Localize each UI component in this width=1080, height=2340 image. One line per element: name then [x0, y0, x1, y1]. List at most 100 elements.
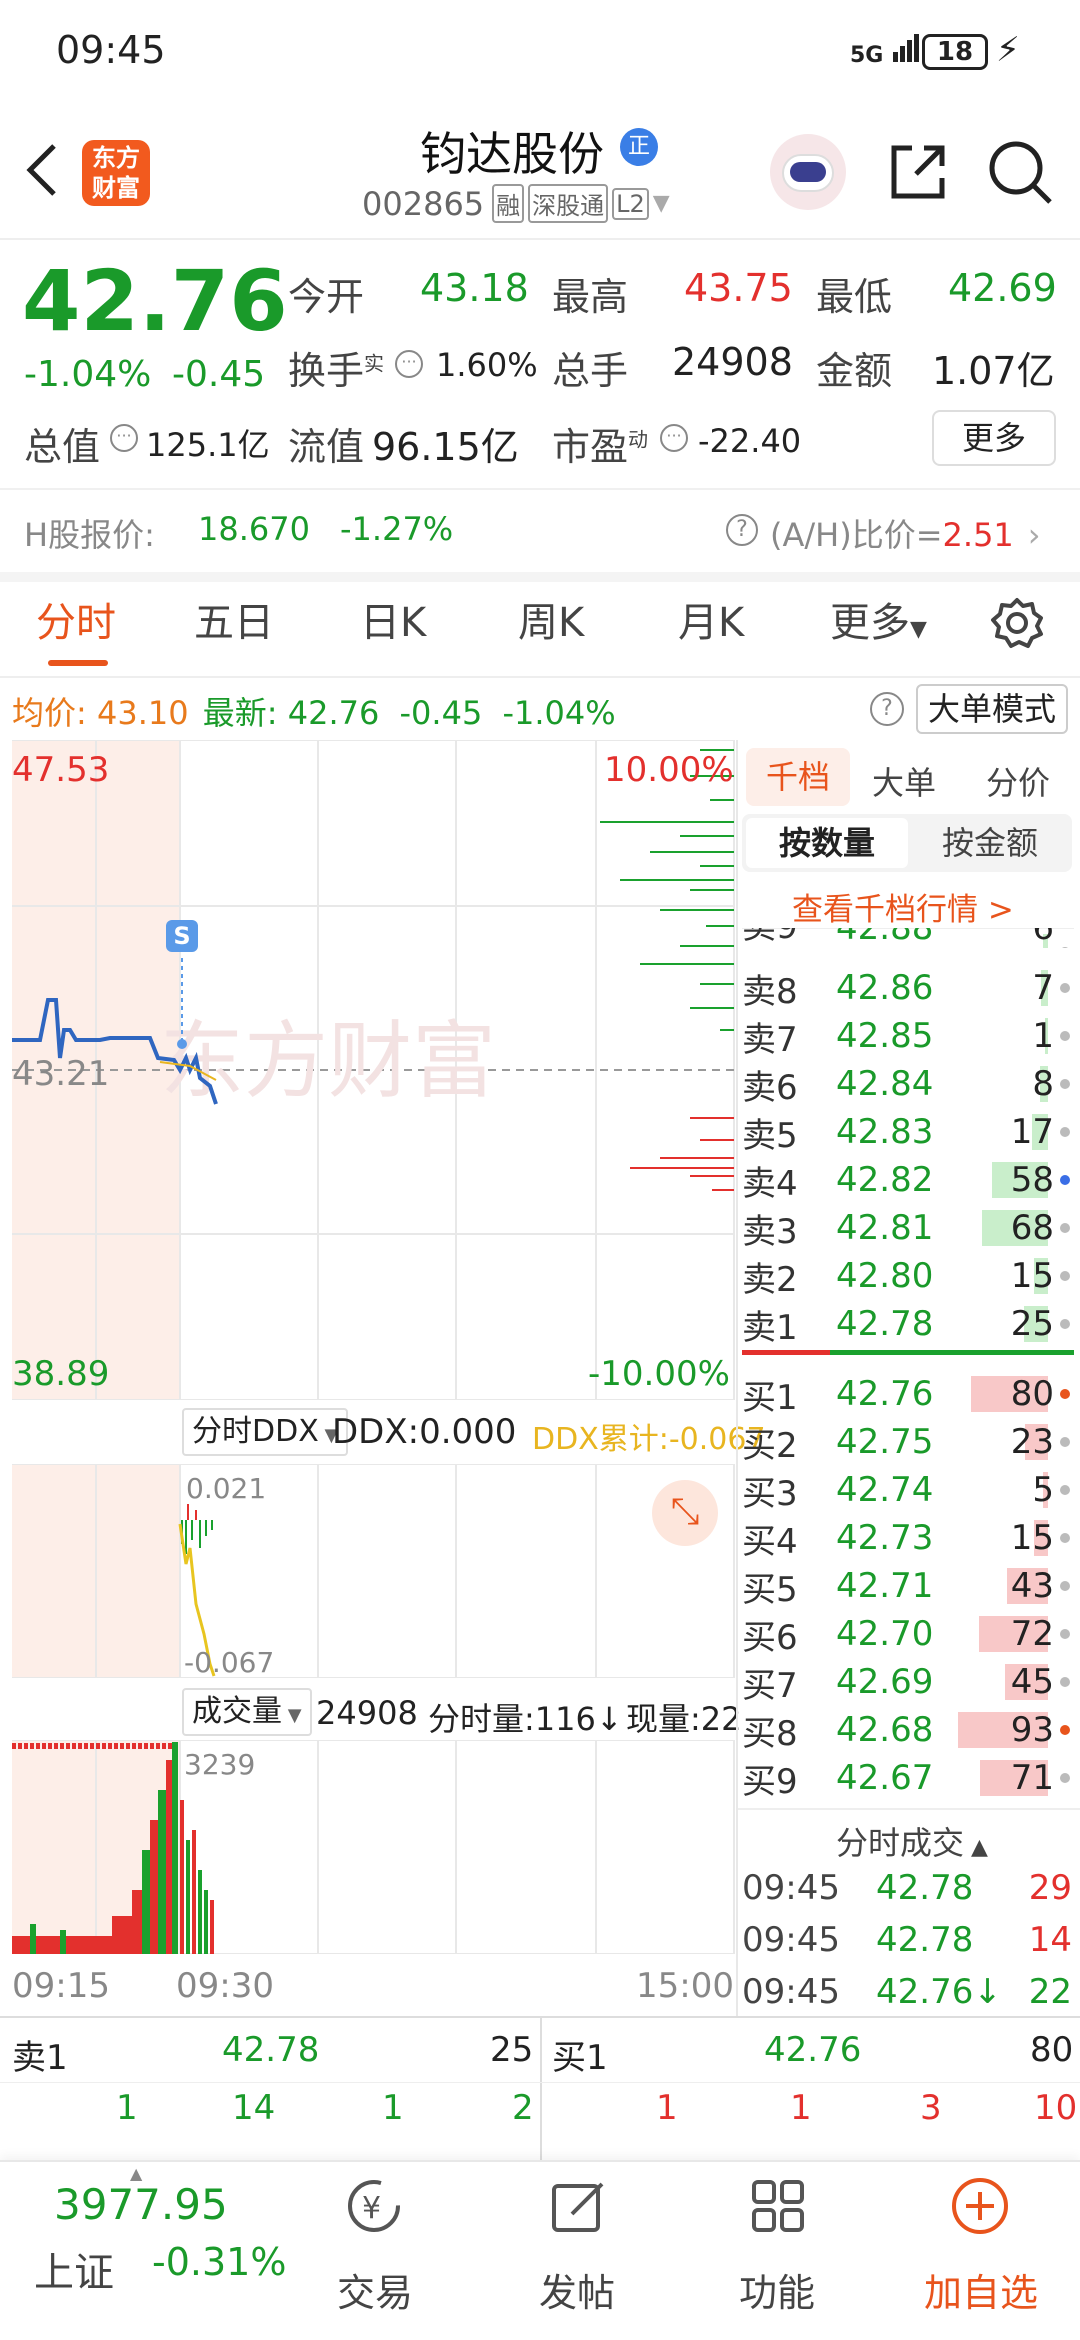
settings-gear-icon[interactable]	[990, 596, 1044, 654]
ask-row[interactable]: 卖8 42.86 7	[742, 964, 1078, 1012]
level-price: 42.71	[836, 1566, 934, 1606]
share-icon[interactable]	[886, 140, 950, 208]
help-icon[interactable]: ?	[870, 692, 904, 726]
trade-icon[interactable]: ¥	[342, 2176, 406, 2240]
tab-weekly-k[interactable]: 周K	[518, 590, 584, 648]
tab-intraday[interactable]: 分时	[36, 590, 116, 648]
volume-total: 24908	[316, 1694, 418, 1732]
bid-row[interactable]: 买6 42.70 72	[742, 1610, 1078, 1658]
float-value: 96.15亿	[372, 425, 519, 469]
ask-row[interactable]: 卖942.88 6	[742, 928, 1078, 948]
bid-row[interactable]: 买9 42.67 71	[742, 1754, 1078, 1802]
robot-avatar-icon[interactable]	[770, 134, 846, 210]
tab-price-dist[interactable]: 分价	[986, 758, 1050, 804]
stock-name: 钧达股份	[420, 127, 604, 181]
level-dot-icon	[1060, 1629, 1070, 1639]
level-label: 卖1	[742, 1307, 798, 1348]
turnover-label: 换手实	[288, 349, 385, 393]
stock-code-line[interactable]: 002865 融 深股通 L2 ▼	[362, 184, 670, 223]
bid-row[interactable]: 买7 42.69 45	[742, 1658, 1078, 1706]
ask-row[interactable]: 卖2 42.80 15	[742, 1252, 1078, 1300]
functions-icon[interactable]	[748, 2176, 808, 2240]
level-dot-icon	[1060, 1773, 1070, 1783]
last-price: 42.76	[22, 252, 288, 350]
bid-row[interactable]: 买5 42.71 43	[742, 1562, 1078, 1610]
turnover-value: 1.60%	[436, 346, 538, 384]
expand-icon[interactable]: ⤡	[652, 1480, 718, 1546]
view-thousand-level-link[interactable]: 查看千档行情 >	[792, 884, 1014, 929]
app-logo[interactable]: 东方 财富	[82, 140, 150, 206]
level-dot-icon	[1060, 1031, 1070, 1041]
level-label: 卖5	[742, 1115, 798, 1156]
ddx-chart[interactable]	[0, 1464, 736, 1678]
level-price: 42.78	[836, 1304, 934, 1344]
level-dot-icon	[1060, 1677, 1070, 1687]
big-order-mode-button[interactable]: 大单模式	[916, 684, 1068, 734]
post-icon[interactable]	[548, 2176, 608, 2240]
amount-value: 1.07亿	[932, 349, 1055, 393]
index-value[interactable]: 3977.95	[54, 2180, 228, 2229]
info-icon[interactable]: ···	[395, 350, 423, 378]
level-price: 42.76	[836, 1374, 934, 1414]
bid-row[interactable]: 买8 42.68 93	[742, 1706, 1078, 1754]
level-label: 卖7	[742, 1019, 798, 1060]
ask-row[interactable]: 卖1 42.78 25	[742, 1300, 1078, 1348]
ah-ratio[interactable]: (A/H)比价=2.51 ›	[770, 510, 1041, 556]
pe-value: -22.40	[698, 422, 802, 460]
tick-time: 09:45	[742, 1868, 840, 1908]
toggle-by-amount[interactable]: 按金额	[910, 818, 1070, 868]
level-volume: 72	[1010, 1614, 1054, 1654]
ask-row[interactable]: 卖4 42.82 58	[742, 1156, 1078, 1204]
bid-row[interactable]: 买1 42.76 80	[742, 1370, 1078, 1418]
bid-row[interactable]: 买3 42.74 5	[742, 1466, 1078, 1514]
volume-chart[interactable]	[0, 1740, 736, 1954]
tab-5day[interactable]: 五日	[194, 590, 274, 648]
info-icon[interactable]: ···	[110, 424, 138, 452]
help-icon[interactable]: ?	[726, 514, 758, 546]
trade-ticks-title[interactable]: 分时成交 ▲	[836, 1818, 988, 1864]
float-label: 流值	[288, 425, 365, 469]
back-icon[interactable]	[22, 140, 62, 200]
level-dot-icon	[1060, 1127, 1070, 1137]
tab-monthly-k[interactable]: 月K	[678, 590, 744, 648]
level-label: 买6	[742, 1617, 798, 1658]
mcap-label: 总值	[24, 425, 101, 469]
caret-down-icon: ▼	[652, 191, 670, 216]
tab-more[interactable]: 更多▼	[830, 590, 927, 648]
ddx-axis-top: 0.021	[186, 1472, 267, 1505]
hshare-price: 18.670	[198, 510, 310, 548]
ask-row[interactable]: 卖7 42.85 1	[742, 1012, 1078, 1060]
tick-volume: 29	[1028, 1868, 1072, 1908]
nav-trade[interactable]: 交易	[310, 2262, 440, 2317]
search-icon[interactable]	[986, 138, 1056, 212]
logo-text-1: 东方	[92, 144, 140, 172]
price-chart[interactable]: 东方财富	[0, 740, 736, 1400]
nav-post[interactable]: 发帖	[512, 2262, 642, 2317]
level-volume: 71	[1010, 1758, 1054, 1798]
tab-daily-k[interactable]: 日K	[360, 590, 426, 648]
add-watchlist-icon[interactable]	[950, 2176, 1010, 2240]
tab-big-order[interactable]: 大单	[872, 758, 936, 804]
bq-sell-queue: 1	[382, 2088, 404, 2128]
level-volume: 23	[1010, 1422, 1054, 1462]
toggle-by-quantity[interactable]: 按数量	[746, 818, 908, 868]
level-volume: 25	[1010, 1304, 1054, 1344]
info-icon[interactable]: ···	[660, 424, 688, 452]
ask-row[interactable]: 卖6 42.84 8	[742, 1060, 1078, 1108]
nav-add-watchlist[interactable]: 加自选	[914, 2262, 1048, 2317]
more-button[interactable]: 更多	[932, 410, 1056, 466]
trade-tick-row: 09:45 42.78 29	[742, 1868, 1076, 1916]
level-price: 42.83	[836, 1112, 934, 1152]
volume-selector[interactable]: 成交量 ▼	[182, 1688, 312, 1736]
change-abs: -0.45	[172, 354, 266, 395]
ask-row[interactable]: 卖5 42.83 17	[742, 1108, 1078, 1156]
nav-functions[interactable]: 功能	[712, 2262, 842, 2317]
tab-thousand-level[interactable]: 千档	[746, 748, 850, 806]
ask-row[interactable]: 卖3 42.81 68	[742, 1204, 1078, 1252]
bid-row[interactable]: 买4 42.73 15	[742, 1514, 1078, 1562]
level-price: 42.67	[836, 1758, 934, 1798]
ddx-selector[interactable]: 分时DDX ▼	[182, 1408, 349, 1456]
signal-marker[interactable]: S	[166, 920, 198, 952]
bid-row[interactable]: 买2 42.75 23	[742, 1418, 1078, 1466]
level-price: 42.88	[836, 928, 934, 948]
